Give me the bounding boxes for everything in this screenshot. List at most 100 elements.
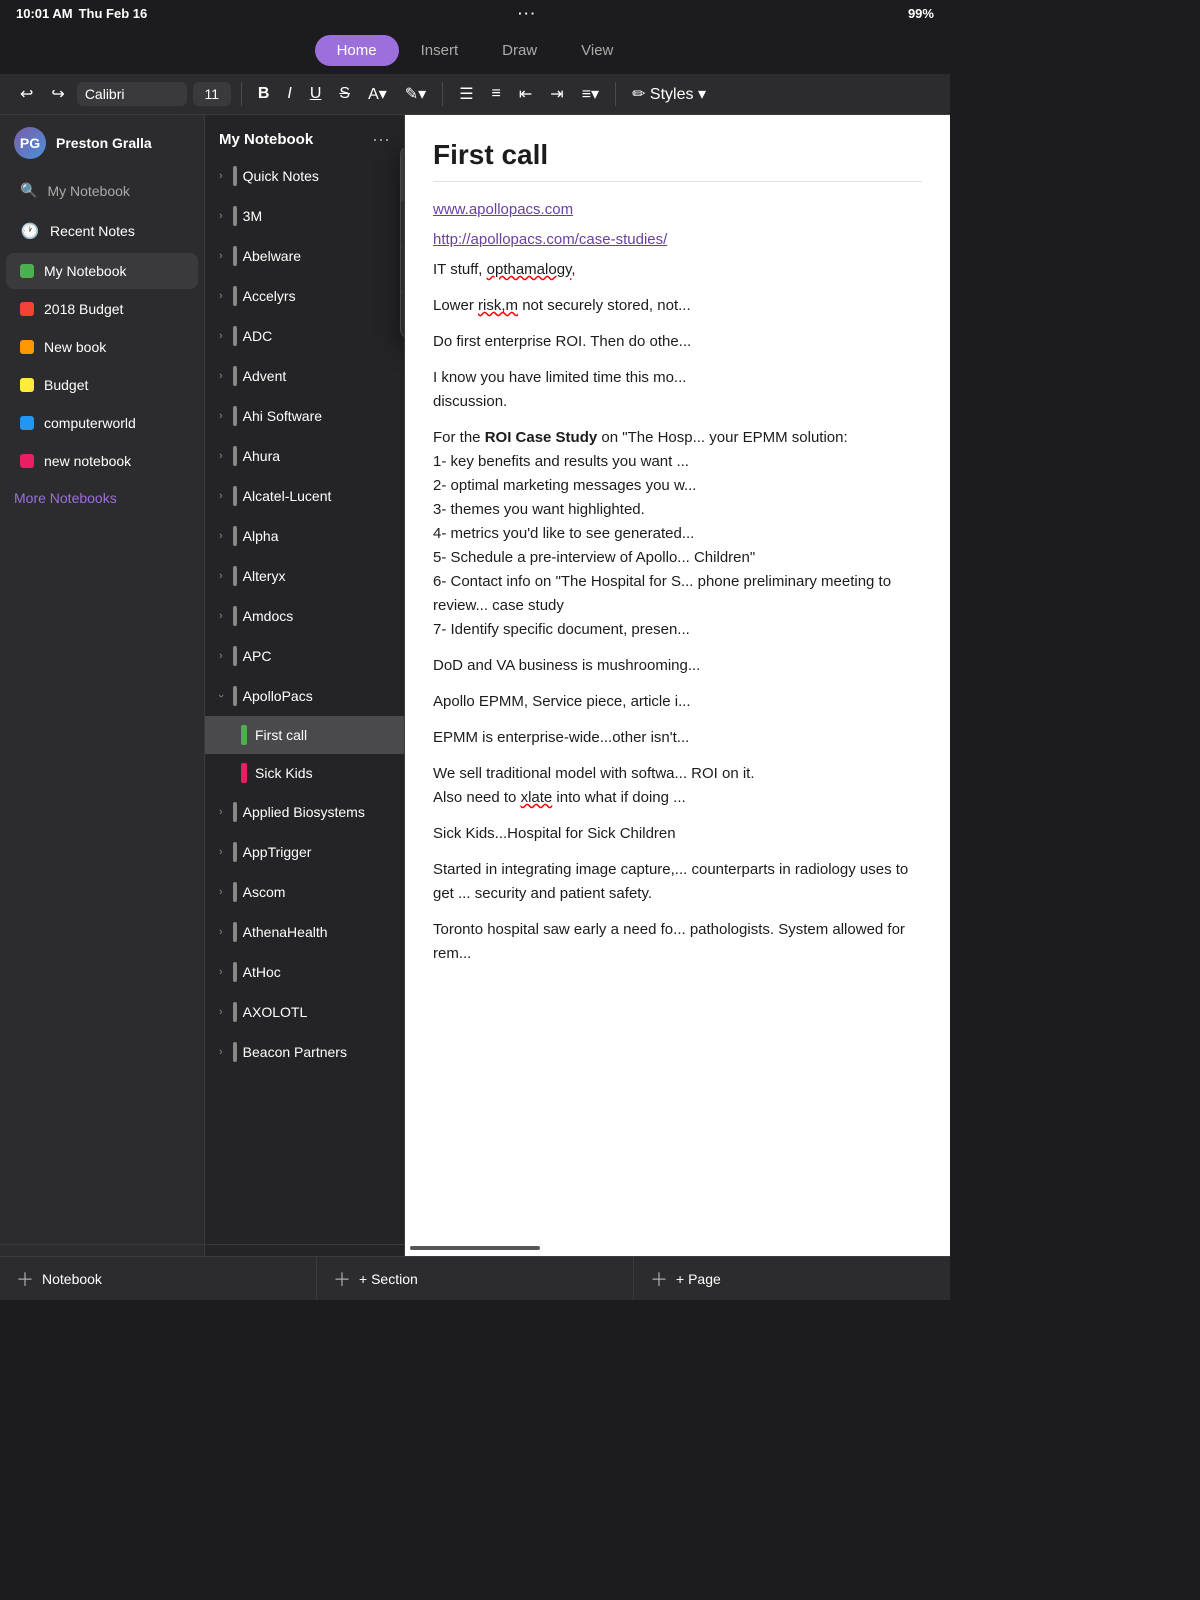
note-paragraph-4: I know you have limited time this mo...d…	[433, 366, 922, 414]
left-sidebar: PG Preston Gralla 🔍 My Notebook 🕐 Recent…	[0, 115, 205, 1285]
redo-button[interactable]: ↪	[45, 80, 70, 108]
section-item-apc[interactable]: › APC	[205, 636, 404, 676]
sidebar-search[interactable]: 🔍 My Notebook	[6, 172, 198, 209]
section-color-bar	[233, 962, 237, 982]
add-section-bottom[interactable]: ＋ + Section	[317, 1257, 634, 1300]
section-color-bar	[233, 366, 237, 386]
sidebar-item-new-notebook[interactable]: new notebook	[6, 443, 198, 479]
section-label: Quick Notes	[243, 168, 319, 184]
section-item-axolotl[interactable]: › AXOLOTL	[205, 992, 404, 1032]
popup-item-background[interactable]: Background ⬇	[401, 201, 405, 247]
align-button[interactable]: ≡▾	[576, 80, 605, 108]
section-color-bar	[233, 842, 237, 862]
section-item-alteryx[interactable]: › Alteryx	[205, 556, 404, 596]
add-section-label: + Section	[359, 1271, 418, 1287]
section-item-ahura[interactable]: › Ahura	[205, 436, 404, 476]
chevron-right-icon: ›	[219, 210, 223, 222]
tab-view[interactable]: View	[559, 35, 635, 66]
section-item-beacon-partners[interactable]: › Beacon Partners	[205, 1032, 404, 1072]
computerworld-dot	[20, 416, 34, 430]
section-item-abelware[interactable]: › Abelware	[205, 236, 404, 276]
section-item-3m[interactable]: › 3M	[205, 196, 404, 236]
bold-button[interactable]: B	[252, 81, 276, 107]
section-item-apptrigger[interactable]: › AppTrigger	[205, 832, 404, 872]
font-selector[interactable]	[77, 82, 187, 106]
my-notebook-dot	[20, 264, 34, 278]
section-color-bar	[233, 246, 237, 266]
new-notebook-dot	[20, 454, 34, 468]
note-body[interactable]: www.apollopacs.com http://apollopacs.com…	[433, 198, 922, 966]
sidebar-item-new-book[interactable]: New book	[6, 329, 198, 365]
right-content[interactable]: First call www.apollopacs.com http://apo…	[405, 115, 950, 1285]
popup-item-roi-call[interactable]: ROI call ⬇	[401, 293, 405, 338]
sidebar-item-2018-budget[interactable]: 2018 Budget	[6, 291, 198, 327]
numbered-list-button[interactable]: ≡	[486, 81, 507, 107]
section-item-applied-biosystems[interactable]: › Applied Biosystems	[205, 792, 404, 832]
strikethrough-button[interactable]: S	[333, 81, 356, 107]
section-item-athoc[interactable]: › AtHoc	[205, 952, 404, 992]
popup-item-notes[interactable]: Notes ⬇	[401, 247, 405, 293]
section-item-amdocs[interactable]: › Amdocs	[205, 596, 404, 636]
section-item-athenahealth[interactable]: › AthenaHealth	[205, 912, 404, 952]
popup-item-first-call[interactable]: First call www.apollopacs.com http://a..…	[401, 146, 405, 201]
budget-label: Budget	[44, 377, 88, 393]
section-item-accelyrs[interactable]: › Accelyrs	[205, 276, 404, 316]
indent-button[interactable]: ⇥	[544, 80, 569, 108]
section-color-bar	[233, 606, 237, 626]
note-paragraph-2: Lower risk,m not securely stored, not...	[433, 294, 922, 318]
section-color-bar	[233, 1002, 237, 1022]
styles-button[interactable]: ✏ Styles ▾	[626, 80, 712, 108]
note-paragraph-12: Toronto hospital saw early a need fo... …	[433, 918, 922, 966]
chevron-right-icon: ›	[219, 490, 223, 502]
new-notebook-label: new notebook	[44, 453, 131, 469]
section-item-advent[interactable]: › Advent	[205, 356, 404, 396]
add-page-bottom[interactable]: ＋ + Page	[634, 1257, 950, 1300]
outdent-button[interactable]: ⇤	[513, 80, 538, 108]
section-label: APC	[243, 648, 272, 664]
link-apollopacs[interactable]: www.apollopacs.com	[433, 198, 922, 222]
middle-header: My Notebook ···	[205, 115, 404, 156]
section-item-ascom[interactable]: › Ascom	[205, 872, 404, 912]
section-label: 3M	[243, 208, 262, 224]
subsection-item-sick-kids[interactable]: Sick Kids	[205, 754, 404, 792]
section-label: Alpha	[243, 528, 279, 544]
sidebar-item-budget[interactable]: Budget	[6, 367, 198, 403]
tab-insert[interactable]: Insert	[399, 35, 481, 66]
middle-menu-button[interactable]: ···	[372, 129, 390, 150]
subsection-item-first-call[interactable]: First call	[205, 716, 404, 754]
bullet-list-button[interactable]: ☰	[453, 80, 479, 108]
battery: 99%	[908, 6, 934, 21]
section-label: AtHoc	[243, 964, 281, 980]
link-casestudies[interactable]: http://apollopacs.com/case-studies/	[433, 228, 922, 252]
add-notebook-bottom[interactable]: ＋ Notebook	[0, 1257, 317, 1300]
section-label: Alcatel-Lucent	[243, 488, 332, 504]
section-item-ahi[interactable]: › Ahi Software	[205, 396, 404, 436]
tab-draw[interactable]: Draw	[480, 35, 559, 66]
sidebar-item-recent-notes[interactable]: 🕐 Recent Notes	[6, 211, 198, 251]
highlight-button[interactable]: A▾	[362, 80, 393, 108]
section-item-apollopacs[interactable]: › ApolloPacs	[205, 676, 404, 716]
section-color-bar	[233, 686, 237, 706]
section-item-alpha[interactable]: › Alpha	[205, 516, 404, 556]
sidebar-item-computerworld[interactable]: computerworld	[6, 405, 198, 441]
section-color-bar	[233, 406, 237, 426]
section-label: Applied Biosystems	[243, 804, 365, 820]
tab-home[interactable]: Home	[315, 35, 399, 66]
popup: First call www.apollopacs.com http://a..…	[400, 145, 405, 339]
time: 10:01 AM	[16, 6, 73, 21]
italic-button[interactable]: I	[281, 81, 297, 107]
section-item-alcatel[interactable]: › Alcatel-Lucent	[205, 476, 404, 516]
bottom-bar: ＋ Notebook ＋ + Section ＋ + Page	[0, 1256, 950, 1300]
more-notebooks[interactable]: More Notebooks	[0, 480, 204, 516]
section-color-bar	[233, 166, 237, 186]
new-book-label: New book	[44, 339, 106, 355]
font-size[interactable]	[193, 82, 231, 106]
underline-button[interactable]: U	[304, 81, 328, 107]
section-item-quick-notes[interactable]: › Quick Notes	[205, 156, 404, 196]
undo-button[interactable]: ↩	[14, 80, 39, 108]
section-item-adc[interactable]: › ADC	[205, 316, 404, 356]
sidebar-item-my-notebook[interactable]: My Notebook	[6, 253, 198, 289]
chevron-right-icon: ›	[219, 250, 223, 262]
search-icon: 🔍	[20, 182, 37, 199]
text-color-button[interactable]: ✎▾	[399, 80, 432, 108]
